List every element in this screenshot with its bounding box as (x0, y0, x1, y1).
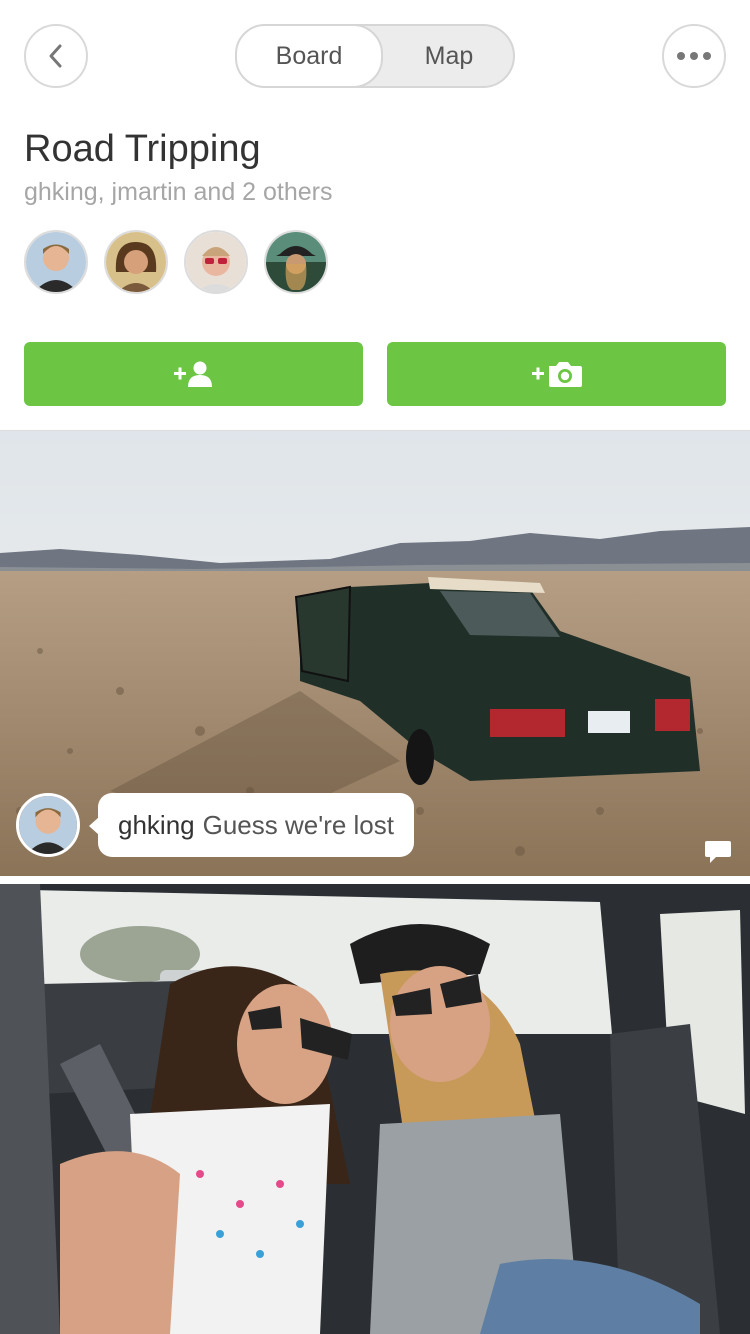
ellipsis-icon (677, 52, 711, 60)
comment-icon[interactable] (704, 839, 732, 865)
chevron-left-icon (49, 44, 62, 68)
members-summary[interactable]: ghking, jmartin and 2 others (24, 178, 333, 207)
add-member-button[interactable] (24, 342, 363, 406)
top-bar: Board Map (0, 0, 750, 112)
add-photo-button[interactable] (387, 342, 726, 406)
avatar[interactable] (264, 230, 328, 294)
post-photo[interactable]: ghking Guess we're lost (0, 430, 750, 876)
tab-board[interactable]: Board (235, 24, 383, 88)
member-avatars (24, 230, 344, 294)
comment-username[interactable]: ghking (118, 810, 195, 841)
back-button[interactable] (24, 24, 88, 88)
add-camera-icon (531, 362, 582, 387)
photo-comment: ghking Guess we're lost (16, 793, 414, 857)
comment-bubble[interactable]: ghking Guess we're lost (89, 793, 414, 857)
avatar[interactable] (104, 230, 168, 294)
tab-map[interactable]: Map (385, 26, 513, 86)
board-title: Road Tripping (24, 128, 261, 170)
avatar[interactable] (184, 230, 248, 294)
backseat-selfie-photo (0, 884, 750, 1334)
avatar[interactable] (24, 230, 88, 294)
add-person-icon (173, 361, 212, 387)
tab-board-label: Board (275, 41, 343, 70)
post-photo[interactable] (0, 884, 750, 1334)
tab-map-label: Map (424, 41, 474, 70)
view-switcher: Board Map (235, 24, 515, 88)
comment-text: Guess we're lost (202, 809, 394, 840)
more-button[interactable] (662, 24, 726, 88)
avatar[interactable] (16, 793, 80, 857)
